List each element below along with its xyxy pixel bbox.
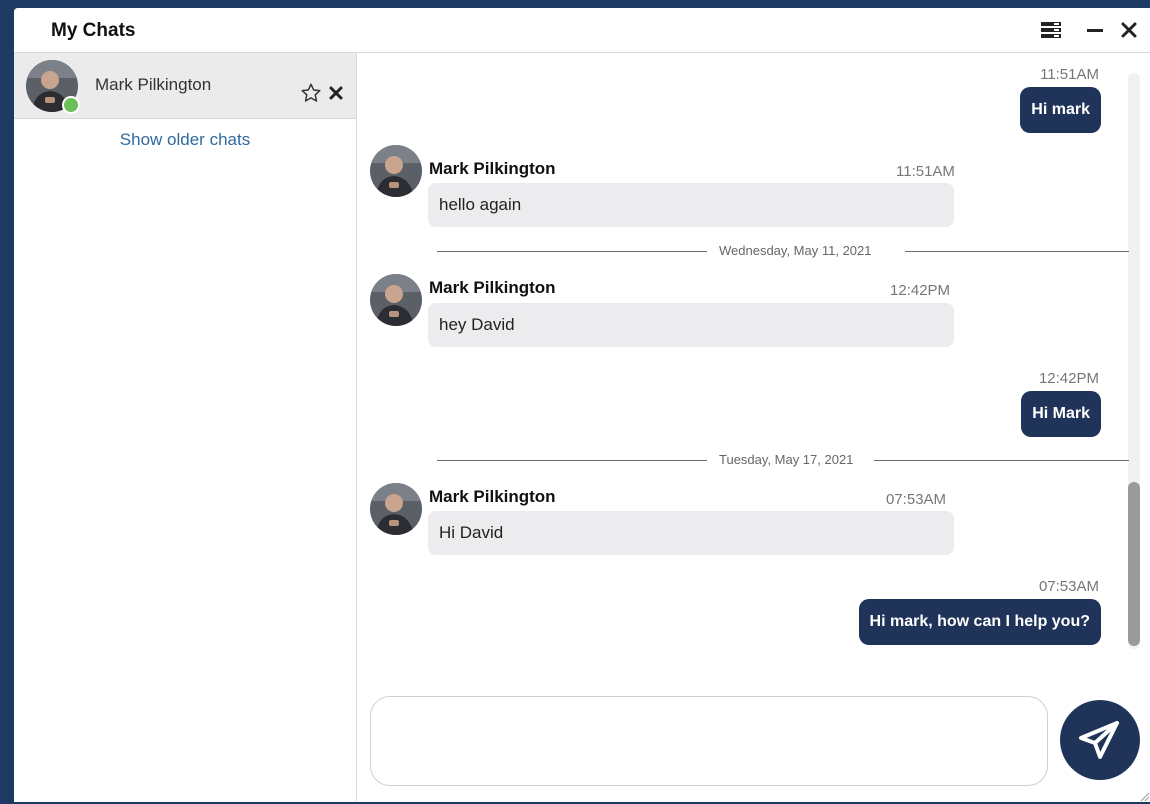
chat-list-sidebar: Mark Pilkington Show older chats [14, 53, 357, 802]
close-icon [329, 86, 343, 100]
avatar [26, 60, 80, 114]
chat-window: My Chats Mark Pilkington Show older chat… [14, 8, 1150, 802]
message-time: 07:53AM [886, 491, 947, 508]
favorite-button[interactable] [300, 82, 322, 104]
sender-avatar [370, 145, 422, 197]
window-title: My Chats [51, 20, 136, 41]
incoming-message: hey David [428, 303, 954, 347]
scrollbar-thumb[interactable] [1128, 482, 1140, 646]
message-thread: 11:51AM Hi mark Mark Pilkington 11:51AM … [357, 53, 1150, 693]
message-time: 11:51AM [896, 163, 955, 180]
resize-grip-icon[interactable] [1138, 790, 1150, 802]
chat-list-item[interactable]: Mark Pilkington [14, 53, 356, 119]
message-sender-name: Mark Pilkington [429, 487, 556, 506]
incoming-message: Hi David [428, 511, 954, 555]
menu-button[interactable] [1041, 21, 1061, 39]
message-time: 12:42PM [1038, 370, 1099, 387]
date-divider-line [874, 460, 1129, 461]
title-bar: My Chats [14, 8, 1150, 53]
close-button[interactable] [1120, 21, 1138, 39]
outgoing-message: Hi mark, how can I help you? [858, 599, 1101, 645]
message-sender-name: Mark Pilkington [429, 278, 556, 297]
remove-chat-button[interactable] [328, 85, 344, 101]
paper-plane-icon [1079, 721, 1119, 759]
message-input[interactable] [370, 696, 1048, 786]
sender-avatar [370, 274, 422, 326]
message-time: 12:42PM [890, 282, 951, 299]
message-time: 11:51AM [1040, 66, 1099, 83]
close-icon [1121, 22, 1137, 38]
minimize-button[interactable] [1085, 21, 1105, 39]
chat-item-name: Mark Pilkington [95, 75, 212, 94]
star-outline-icon [301, 83, 321, 102]
date-divider-line [437, 251, 707, 252]
outgoing-message: Hi Mark [1021, 391, 1101, 437]
minimize-icon [1087, 29, 1103, 32]
date-divider-label: Tuesday, May 17, 2021 [719, 452, 854, 467]
sender-avatar [370, 483, 422, 535]
date-divider-line [905, 251, 1129, 252]
online-status-indicator [62, 96, 80, 114]
message-sender-name: Mark Pilkington [429, 159, 556, 178]
outgoing-message: Hi mark [1020, 87, 1101, 133]
incoming-message: hello again [428, 183, 954, 227]
menu-icon [1041, 22, 1061, 38]
message-time: 07:53AM [1038, 578, 1099, 595]
send-button[interactable] [1060, 700, 1140, 780]
show-older-chats-link[interactable]: Show older chats [14, 130, 356, 150]
date-divider-line [437, 460, 707, 461]
date-divider-label: Wednesday, May 11, 2021 [719, 243, 872, 258]
